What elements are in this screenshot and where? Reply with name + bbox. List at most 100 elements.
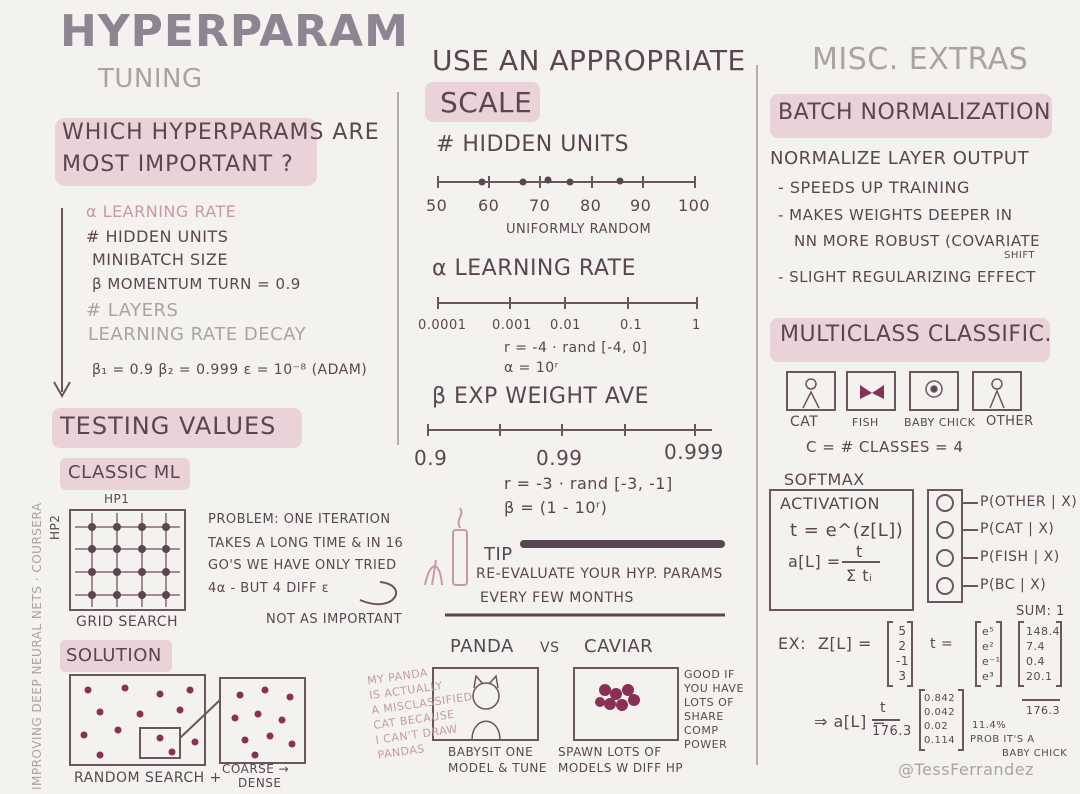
lr-formula-1: r = -4 · rand [-4, 0] <box>504 340 648 356</box>
fish-image-box <box>846 371 896 411</box>
important-item-5: # LAYERS <box>86 300 179 321</box>
ew-tick-1: 0.9 <box>414 446 448 470</box>
caviar-eggs-icon <box>595 684 640 711</box>
z-vector: 5 2 -1 3 <box>896 624 909 684</box>
caviar-note-line-1: GOOD IF <box>684 668 735 681</box>
testing-heading: TESTING VALUES <box>60 412 277 440</box>
prob-note-1: 11.4% <box>972 720 1007 731</box>
activation-label: ACTIVATION <box>780 494 881 513</box>
a-value-2: 0.042 <box>924 707 956 718</box>
output-connectors <box>962 502 978 587</box>
batchnorm-line-3: NN MORE ROBUST (COVARIATE <box>794 232 1041 250</box>
ew-formula-2: β = (1 - 10ʳ) <box>504 498 608 517</box>
exp-weight-label: β EXP WEIGHT AVE <box>432 384 650 409</box>
hu-tick-60: 60 <box>478 196 500 215</box>
scale-heading-line1: USE AN APPROPRIATE <box>432 44 746 77</box>
problem-line-1: PROBLEM: ONE ITERATION <box>208 512 391 527</box>
caviar-note: GOOD IF YOU HAVE LOTS OF SHARE COMP POWE… <box>684 668 744 752</box>
caviar-caption-line-1: SPAWN LOTS OF <box>558 745 662 759</box>
t-result-4: 20.1 <box>1026 670 1053 683</box>
not-important-arrow <box>359 581 398 606</box>
z-value-4: 3 <box>898 669 907 683</box>
lr-tick-2: 0.001 <box>492 318 532 333</box>
lr-tick-4: 0.1 <box>620 318 643 333</box>
class-count: C = # CLASSES = 4 <box>806 438 964 456</box>
sketchnote-page: HYPERPARAM TUNING WHICH HYPERPARAMS ARE … <box>0 0 1080 794</box>
vs-label: VS <box>540 640 560 656</box>
caviar-note-line-5: COMP <box>684 724 719 737</box>
sum-label: SUM: 1 <box>1016 604 1065 619</box>
grid-search-label: GRID SEARCH <box>76 614 179 630</box>
caviar-note-line-6: POWER <box>684 738 728 751</box>
panda-caption-line-2: MODEL & TUNE <box>448 761 547 775</box>
scale-heading-line2: SCALE <box>440 86 533 119</box>
prob-note-3: BABY CHICK <box>1002 748 1068 759</box>
important-heading-line2: MOST IMPORTANT ? <box>62 152 294 177</box>
class-label-other: OTHER <box>986 414 1034 429</box>
ew-formula-1: r = -3 · rand [-3, -1] <box>504 474 673 493</box>
panda-caption: BABYSIT ONE MODEL & TUNE <box>448 744 547 776</box>
z-value-2: 2 <box>898 639 907 653</box>
lr-formula-2: α = 10ʳ <box>504 360 559 376</box>
hu-tick-50: 50 <box>426 196 448 215</box>
page-title: HYPERPARAM <box>60 6 409 57</box>
softmax-a-lhs: a[L] = <box>788 552 841 571</box>
a-num: t <box>880 700 886 716</box>
important-item-3: MINIBATCH SIZE <box>92 250 228 269</box>
dense-label: DENSE <box>238 776 282 790</box>
not-important-label: NOT AS IMPORTANT <box>266 612 403 627</box>
a-value-3: 0.02 <box>924 721 949 732</box>
t-result-vector: 148.4 7.4 0.4 20.1 <box>1026 624 1060 684</box>
class-label-cat: CAT <box>790 414 819 430</box>
important-item-1: α LEARNING RATE <box>86 202 237 221</box>
output-prob-cat: P(CAT | X) <box>980 521 1055 537</box>
z-value-3: -1 <box>896 654 909 668</box>
t-result-3: 0.4 <box>1026 655 1045 668</box>
output-neurons <box>936 494 954 595</box>
lr-tick-1: 0.0001 <box>418 318 467 333</box>
important-heading-line1: WHICH HYPERPARAMS ARE <box>62 120 380 145</box>
hu-tick-80: 80 <box>580 196 602 215</box>
t-exp-vector: e⁵ e² e⁻¹ e³ <box>982 624 1000 684</box>
t-exp-4: e³ <box>982 670 995 683</box>
batchnorm-heading: BATCH NORMALIZATION <box>778 100 1051 125</box>
batchnorm-line-4: - SLIGHT REGULARIZING EFFECT <box>778 268 1036 286</box>
side-credit: IMPROVING DEEP NEURAL NETS · COURSERA <box>30 502 44 790</box>
tip-bar-top <box>520 540 725 548</box>
batchnorm-line-1: - SPEEDS UP TRAINING <box>778 178 970 197</box>
batchnorm-line-3b: SHIFT <box>1004 250 1036 261</box>
problem-line-3: GO'S WE HAVE ONLY TRIED <box>208 558 397 573</box>
misc-extras-heading: MISC. EXTRAS <box>812 42 1029 77</box>
classic-ml-label: CLASSIC ML <box>68 462 181 483</box>
hu-tick-90: 90 <box>630 196 652 215</box>
output-prob-other: P(OTHER | X) <box>980 494 1078 510</box>
output-prob-fish: P(FISH | X) <box>980 549 1060 565</box>
t-result-2: 7.4 <box>1026 640 1045 653</box>
a-den: 176.3 <box>872 724 912 739</box>
tip-candle-icon <box>452 507 468 586</box>
coarse-zoom-arrow <box>179 699 221 739</box>
author-credit: @TessFerrandez <box>898 760 1034 779</box>
class-label-chick: BABY CHICK <box>904 416 976 429</box>
ew-tick-3: 0.999 <box>664 440 724 464</box>
t-sum: 176.3 <box>1026 704 1060 717</box>
coarse-label: COARSE → <box>222 762 290 776</box>
important-item-2: # HIDDEN UNITS <box>86 227 229 246</box>
t-exp-1: e⁵ <box>982 625 995 638</box>
tip-label: TIP <box>484 544 513 565</box>
tip-line-2: EVERY FEW MONTHS <box>480 590 634 606</box>
batchnorm-line-0: NORMALIZE LAYER OUTPUT <box>770 148 1030 169</box>
learning-rate-label: α LEARNING RATE <box>432 256 637 281</box>
hu-tick-100: 100 <box>678 196 711 215</box>
hidden-units-label: # HIDDEN UNITS <box>436 132 630 157</box>
t-label: t = <box>930 636 954 652</box>
dense-points <box>231 686 296 759</box>
random-search-label: RANDOM SEARCH + <box>74 770 222 786</box>
caviar-note-line-2: YOU HAVE <box>684 682 744 695</box>
panda-label: PANDA <box>450 636 514 657</box>
problem-line-4: 4α - BUT 4 DIFF ε <box>208 581 330 596</box>
softmax-a-num: t <box>856 542 863 561</box>
multiclass-heading: MULTICLASS CLASSIFIC. <box>780 322 1052 347</box>
t-exp-3: e⁻¹ <box>982 655 1001 668</box>
solution-label: SOLUTION <box>66 645 162 666</box>
